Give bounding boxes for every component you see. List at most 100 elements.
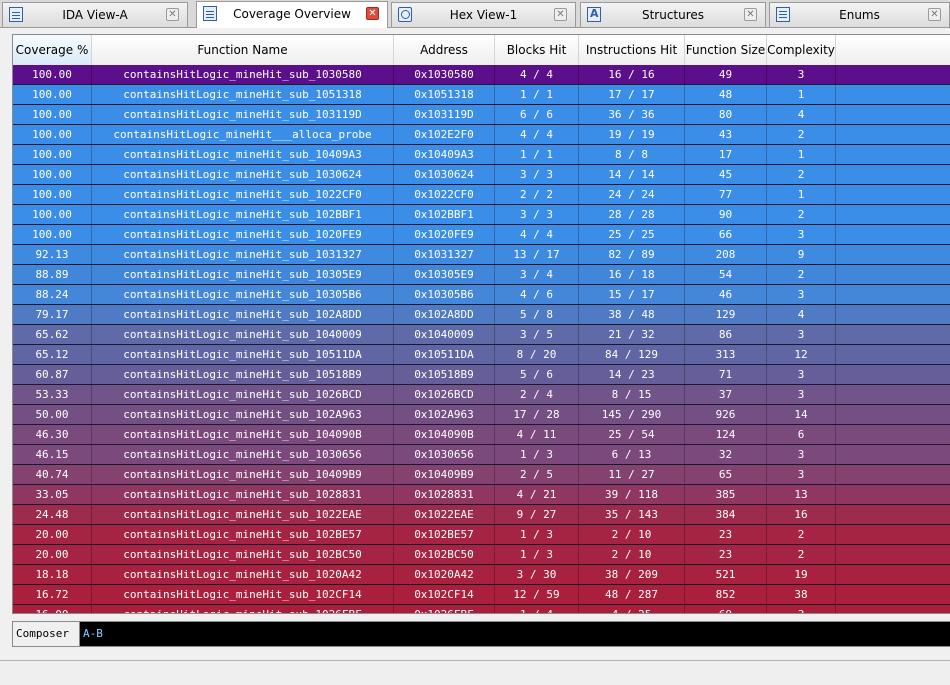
close-icon[interactable]: ✕ [366,7,379,20]
table-row[interactable]: 53.33 containsHitLogic_mineHit_sub_1026BC… [13,385,950,405]
table-row[interactable]: 100.00 containsHitLogic_mineHit_sub_102BB… [13,205,950,225]
column-header-instructions-hit[interactable]: Instructions Hit [579,35,685,65]
coverage-cell: 100.00 [13,205,92,224]
table-row[interactable]: 100.00 containsHitLogic_mineHit_sub_10409… [13,145,950,165]
table-row[interactable]: 16.00containsHitLogic_mineHit_sub_1026FB… [13,605,950,613]
function-size-cell: 37 [685,385,767,404]
function-size-cell: 129 [685,305,767,324]
table-row[interactable]: 100.00 containsHitLogic_mineHit_sub_1020F… [13,225,950,245]
address-cell: 0x102A8DD [394,305,495,324]
address-cell: 0x10409A3 [394,145,495,164]
coverage-cell: 46.30 [13,425,92,444]
coverage-cell: 50.00 [13,405,92,424]
complexity-cell: 2 [767,265,836,284]
function-name-cell: containsHitLogic_mineHit_sub_102A963 [92,405,394,424]
coverage-cell: 100.00 [13,185,92,204]
coverage-cell: 100.00 [13,65,92,84]
tab-ida-view-a[interactable]: IDA View-A ✕ [2,2,188,27]
tab-label: IDA View-A [62,8,128,22]
function-size-cell: 124 [685,425,767,444]
blocks-hit-cell: 4 / 11 [495,425,579,444]
coverage-cell: 100.00 [13,85,92,104]
table-row[interactable]: 18.18 containsHitLogic_mineHit_sub_1020A4… [13,565,950,585]
coverage-cell: 53.33 [13,385,92,404]
instructions-hit-cell: 8 / 8 [579,145,685,164]
tab-enums[interactable]: Enums ✕ [769,2,950,27]
tab-structures[interactable]: Structures ✕ [580,2,766,27]
table-row[interactable]: 16.72 containsHitLogic_mineHit_sub_102CF1… [13,585,950,605]
coverage-cell: 40.74 [13,465,92,484]
column-header-complexity[interactable]: Complexity [767,35,836,65]
table-row[interactable]: 92.13 containsHitLogic_mineHit_sub_103132… [13,245,950,265]
table-row[interactable]: 100.00 containsHitLogic_mineHit_sub_10311… [13,105,950,125]
table-row[interactable]: 88.89 containsHitLogic_mineHit_sub_10305E… [13,265,950,285]
table-row[interactable]: 40.74 containsHitLogic_mineHit_sub_10409B… [13,465,950,485]
instructions-hit-cell: 16 / 18 [579,265,685,284]
function-name-cell: containsHitLogic_mineHit___alloca_probe [92,125,394,144]
address-cell: 0x102BE57 [394,525,495,544]
function-size-cell: 48 [685,85,767,104]
address-cell: 0x1031327 [394,245,495,264]
column-header-function-name[interactable]: Function Name [92,35,394,65]
address-cell: 0x1030624 [394,165,495,184]
close-icon[interactable]: ✕ [744,8,757,21]
function-size-cell: 80 [685,105,767,124]
complexity-cell: 2 [767,525,836,544]
function-name-cell: containsHitLogic_mineHit_sub_10305E9 [92,265,394,284]
function-name-cell: containsHitLogic_mineHit_sub_1020A42 [92,565,394,584]
table-row[interactable]: 65.62 containsHitLogic_mineHit_sub_104000… [13,325,950,345]
table-row[interactable]: 100.00 containsHitLogic_mineHit_sub_1022C… [13,185,950,205]
function-size-cell: 45 [685,165,767,184]
column-header-address[interactable]: Address [394,35,495,65]
close-icon[interactable]: ✕ [554,8,567,21]
table-row[interactable]: 33.05 containsHitLogic_mineHit_sub_102883… [13,485,950,505]
function-name-cell: containsHitLogic_mineHit_sub_102BC50 [92,545,394,564]
close-icon[interactable]: ✕ [928,8,941,21]
function-size-cell: 46 [685,285,767,304]
address-cell: 0x1030656 [394,445,495,464]
table-row[interactable]: 100.00 containsHitLogic_mineHit___alloca_… [13,125,950,145]
table-row[interactable]: 88.24 containsHitLogic_mineHit_sub_10305B… [13,285,950,305]
address-cell: 0x10305E9 [394,265,495,284]
column-header-function-size[interactable]: Function Size [685,35,767,65]
table-row[interactable]: 20.00 containsHitLogic_mineHit_sub_102BC5… [13,545,950,565]
instructions-hit-cell: 24 / 24 [579,185,685,204]
tab-label: Hex View-1 [449,8,518,22]
table-row[interactable]: 79.17 containsHitLogic_mineHit_sub_102A8D… [13,305,950,325]
coverage-cell: 100.00 [13,125,92,144]
function-name-cell: containsHitLogic_mineHit_sub_10518B9 [92,365,394,384]
coverage-table: Coverage % Function Name Address Blocks Hit… [12,34,950,614]
blocks-hit-cell: 4 / 4 [495,225,579,244]
instructions-hit-cell: 39 / 118 [579,485,685,504]
blocks-hit-cell: 4 / 4 [495,65,579,84]
close-icon[interactable]: ✕ [166,8,179,21]
instructions-hit-cell: 38 / 209 [579,565,685,584]
instructions-hit-cell: 82 / 89 [579,245,685,264]
column-header-coverage[interactable]: Coverage % [13,35,92,65]
instructions-hit-cell: 2 / 10 [579,545,685,564]
table-row[interactable]: 20.00 containsHitLogic_mineHit_sub_102BE5… [13,525,950,545]
blocks-hit-cell: 1 / 1 [495,85,579,104]
table-row-selected[interactable]: 100.00 containsHitLogic_mineHit_sub_10305… [13,65,950,85]
address-cell: 0x102BC50 [394,545,495,564]
column-header-blocks-hit[interactable]: Blocks Hit [495,35,579,65]
table-row[interactable]: 50.00 containsHitLogic_mineHit_sub_102A96… [13,405,950,425]
tab-coverage-overview[interactable]: Coverage Overview ✕ [196,1,388,28]
instructions-hit-cell: 21 / 32 [579,325,685,344]
function-size-cell: 66 [685,225,767,244]
table-row[interactable]: 60.87 containsHitLogic_mineHit_sub_10518B… [13,365,950,385]
table-row[interactable]: 100.00 containsHitLogic_mineHit_sub_10513… [13,85,950,105]
table-row[interactable]: 46.30 containsHitLogic_mineHit_sub_104090… [13,425,950,445]
table-row[interactable]: 24.48 containsHitLogic_mineHit_sub_1022EA… [13,505,950,525]
table-row[interactable]: 100.00 containsHitLogic_mineHit_sub_10306… [13,165,950,185]
composer-input[interactable] [83,622,950,646]
instructions-hit-cell: 17 / 17 [579,85,685,104]
tab-hex-view-1[interactable]: Hex View-1 ✕ [391,2,576,27]
function-size-cell: 23 [685,525,767,544]
composer-label: Composer [13,622,80,646]
table-row[interactable]: 65.12 containsHitLogic_mineHit_sub_10511D… [13,345,950,365]
complexity-cell: 14 [767,405,836,424]
structures-icon [587,7,601,22]
table-row[interactable]: 46.15 containsHitLogic_mineHit_sub_103065… [13,445,950,465]
instructions-hit-cell: 38 / 48 [579,305,685,324]
